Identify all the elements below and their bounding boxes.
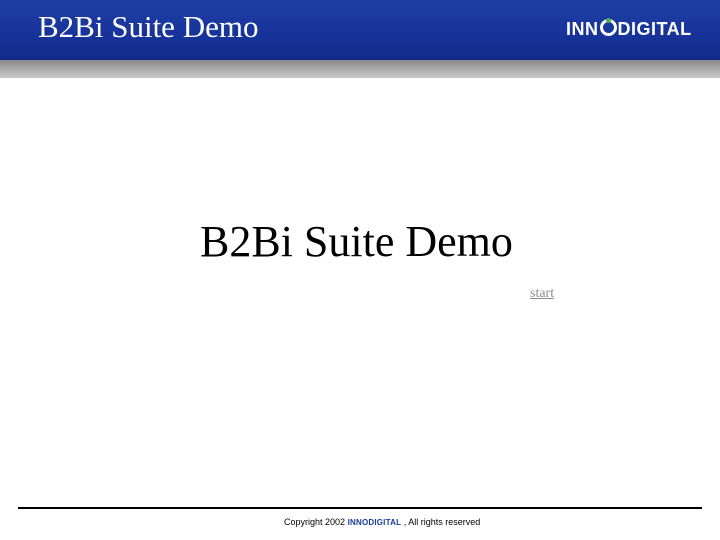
footer-copyright: Copyright 2002 INNODIGITAL , All rights …	[284, 516, 480, 529]
logo-ring-icon	[599, 18, 617, 36]
copyright-prefix: Copyright 2002	[284, 517, 346, 527]
copyright-suffix: , All rights reserved	[403, 517, 481, 527]
header-divider-bar	[0, 60, 720, 78]
footer-logo: INNODIGITAL	[347, 518, 402, 527]
header-band: B2Bi Suite Demo INN DIGITAL	[0, 0, 720, 60]
logo-text-left: INN	[566, 19, 599, 39]
page-title: B2Bi Suite Demo	[200, 217, 513, 266]
header-title: B2Bi Suite Demo	[38, 9, 259, 44]
start-link[interactable]: start	[530, 286, 554, 302]
innodigital-logo: INN DIGITAL	[566, 18, 692, 40]
footer-divider	[18, 507, 702, 509]
logo-text-right: DIGITAL	[617, 19, 692, 39]
logo-dot-icon	[605, 18, 611, 23]
